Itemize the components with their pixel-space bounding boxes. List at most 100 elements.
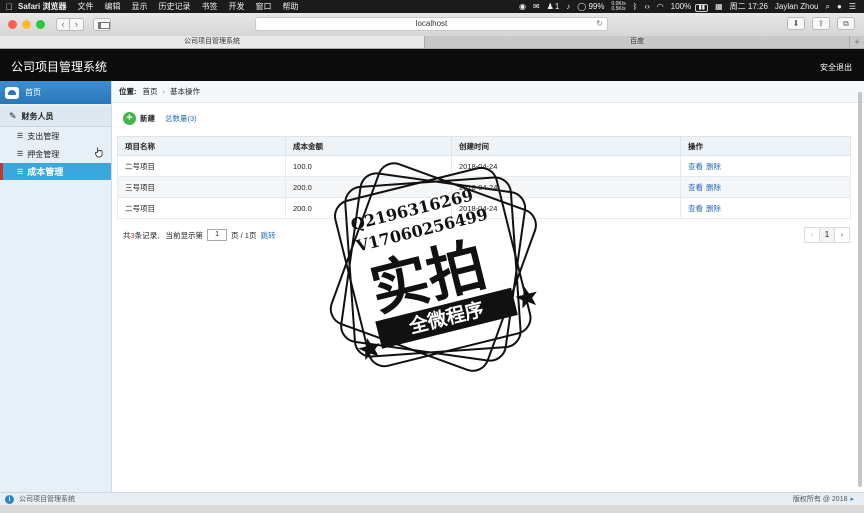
sidebar-item-label: 押金管理 — [27, 149, 60, 159]
delete-link[interactable]: 删除 — [706, 183, 721, 192]
pager-prefix: 共 — [123, 230, 131, 240]
battery-icon: ▮▮ — [695, 3, 709, 12]
view-link[interactable]: 查看 — [688, 183, 703, 192]
delete-link[interactable]: 删除 — [706, 162, 721, 171]
footer-copyright: 版权所有 @ 2018 ▸ — [793, 494, 854, 504]
code-icon[interactable]: ‹› — [644, 2, 649, 11]
status-count: 1 — [554, 2, 560, 11]
battery-indicator[interactable]: 100% ▮▮ — [670, 1, 709, 12]
page-of-text: 页 / 1页 — [231, 230, 257, 240]
copyright-text: 版权所有 @ 2018 — [792, 496, 848, 503]
delete-link[interactable]: 删除 — [706, 204, 721, 213]
bell-icon[interactable]: ♪ — [566, 2, 570, 11]
apple-icon[interactable]:  — [0, 2, 18, 12]
wechat-icon[interactable]: ✉ — [533, 2, 540, 11]
menu-bookmarks[interactable]: 书签 — [201, 1, 217, 12]
tab-baidu[interactable]: 百度 — [425, 36, 850, 48]
page-1-button[interactable]: 1 — [819, 227, 835, 243]
logout-link[interactable]: 安全退出 — [820, 62, 852, 73]
sidebar-item-expense[interactable]: ☰ 支出管理 — [0, 127, 111, 145]
menu-help[interactable]: 帮助 — [282, 1, 298, 12]
menu-view[interactable]: 显示 — [131, 1, 147, 12]
new-tab-button[interactable]: + — [850, 36, 864, 48]
col-project-name: 项目名称 — [117, 136, 286, 156]
browser-toolbar: ‹ › localhost ↻ ⬇ ⇪ ⧉ — [0, 13, 864, 36]
wifi-icon[interactable]: ◠ — [657, 2, 664, 11]
sidebar-group-finance[interactable]: ✎ 财务人员 — [0, 106, 111, 127]
flag-icon[interactable]: ▦ — [715, 2, 723, 11]
watermark-stamp: Q2196316269 V17060256499 实拍 全微程序 — [329, 162, 537, 372]
col-operations: 操作 — [680, 136, 851, 156]
list-icon: ☰ — [17, 151, 24, 158]
jump-link[interactable]: 跳转 — [260, 230, 275, 241]
breadcrumb-home[interactable]: 首页 — [143, 86, 158, 97]
address-bar[interactable]: localhost ↻ — [255, 17, 608, 31]
sidebar-item-cost[interactable]: ☰ 成本管理 — [0, 163, 111, 180]
sidebar-group-label: 财务人员 — [21, 111, 54, 121]
downloads-button[interactable]: ⬇ — [787, 17, 805, 30]
close-window-button[interactable] — [8, 20, 17, 29]
clock-text[interactable]: 周二 17:26 — [730, 1, 768, 12]
page-number-input[interactable]: 1 — [207, 229, 228, 241]
prev-page-button[interactable]: ‹ — [804, 227, 820, 243]
pager-info: 共 3 条记录, 当前显示第 1 页 / 1页 跳转 — [123, 229, 275, 241]
app-header: 公司项目管理系统 安全退出 — [0, 49, 864, 81]
menu-history[interactable]: 历史记录 — [158, 1, 190, 12]
window-controls — [8, 20, 50, 29]
battery-text: 100% — [670, 1, 692, 11]
sidebar-home[interactable]: 首页 — [0, 81, 111, 104]
cpu-ring-icon[interactable]: ◯ 99% — [577, 2, 604, 11]
breadcrumb: 位置: 首页 › 基本操作 — [112, 81, 864, 103]
add-icon[interactable]: + — [123, 112, 136, 125]
sidebar-home-label: 首页 — [25, 88, 41, 97]
view-link[interactable]: 查看 — [688, 204, 703, 213]
reload-icon[interactable]: ↻ — [596, 18, 603, 30]
tabs-overview-button[interactable]: ⧉ — [837, 17, 855, 30]
siri-icon[interactable]: ● — [837, 2, 842, 11]
menu-develop[interactable]: 开发 — [228, 1, 244, 12]
caret-right-icon: ▸ — [850, 496, 854, 503]
bluetooth-icon[interactable]: ᛒ — [633, 2, 638, 11]
menu-app[interactable]: Safari 浏览器 — [18, 1, 66, 12]
menu-window[interactable]: 窗口 — [255, 1, 271, 12]
cell-project-name: 三号项目 — [117, 176, 286, 198]
notification-icon[interactable]: ☰ — [849, 2, 856, 11]
app-footer: i 公司项目管理系统 版权所有 @ 2018 ▸ — [0, 492, 864, 505]
spotlight-icon[interactable]: ⌕ — [826, 2, 830, 12]
breadcrumb-current: 基本操作 — [170, 87, 200, 96]
pager-suffix: 条记录, 当前显示第 — [134, 230, 204, 240]
menu-edit[interactable]: 编辑 — [104, 1, 120, 12]
cell-operations: 查看 删除 — [680, 176, 851, 198]
cell-operations: 查看 删除 — [680, 197, 851, 219]
address-text: localhost — [415, 19, 448, 28]
history-nav: ‹ › — [56, 18, 84, 31]
sidebar-item-label: 成本管理 — [27, 167, 64, 177]
net-speed: 0.0K/s 0.5K/s — [611, 1, 626, 12]
view-link[interactable]: 查看 — [688, 162, 703, 171]
qq-icon[interactable]: ♟1 — [547, 2, 560, 11]
hand-cursor-icon — [95, 147, 103, 158]
tab-project-system[interactable]: 公司项目管理系统 — [0, 36, 425, 48]
zoom-window-button[interactable] — [36, 20, 45, 29]
info-icon: i — [5, 494, 14, 504]
app-title: 公司项目管理系统 — [11, 60, 108, 74]
minimize-window-button[interactable] — [22, 20, 31, 29]
cell-operations: 查看 删除 — [680, 155, 851, 177]
show-sidebar-button[interactable] — [93, 18, 111, 31]
user-name[interactable]: Jaylan Zhou — [775, 2, 819, 11]
back-button[interactable]: ‹ — [56, 18, 70, 31]
record-icon[interactable]: ◉ — [519, 2, 526, 11]
breadcrumb-label: 位置: — [119, 87, 137, 96]
scrollbar-thumb[interactable] — [858, 92, 862, 487]
menubar:  Safari 浏览器 文件 编辑 显示 历史记录 书签 开发 窗口 帮助 ◉… — [0, 0, 864, 13]
pagination: ‹ 1 › — [804, 227, 850, 243]
page-scrollbar[interactable] — [857, 82, 863, 490]
net-down: 0.5K/s — [611, 5, 626, 12]
list-icon: ☰ — [17, 133, 24, 140]
menu-file[interactable]: 文件 — [77, 1, 93, 12]
new-button[interactable]: 新建 — [140, 113, 155, 124]
next-page-button[interactable]: › — [834, 227, 850, 243]
forward-button[interactable]: › — [70, 18, 84, 31]
share-button[interactable]: ⇪ — [812, 17, 830, 30]
total-count-link[interactable]: 总数量(3) — [165, 113, 197, 124]
